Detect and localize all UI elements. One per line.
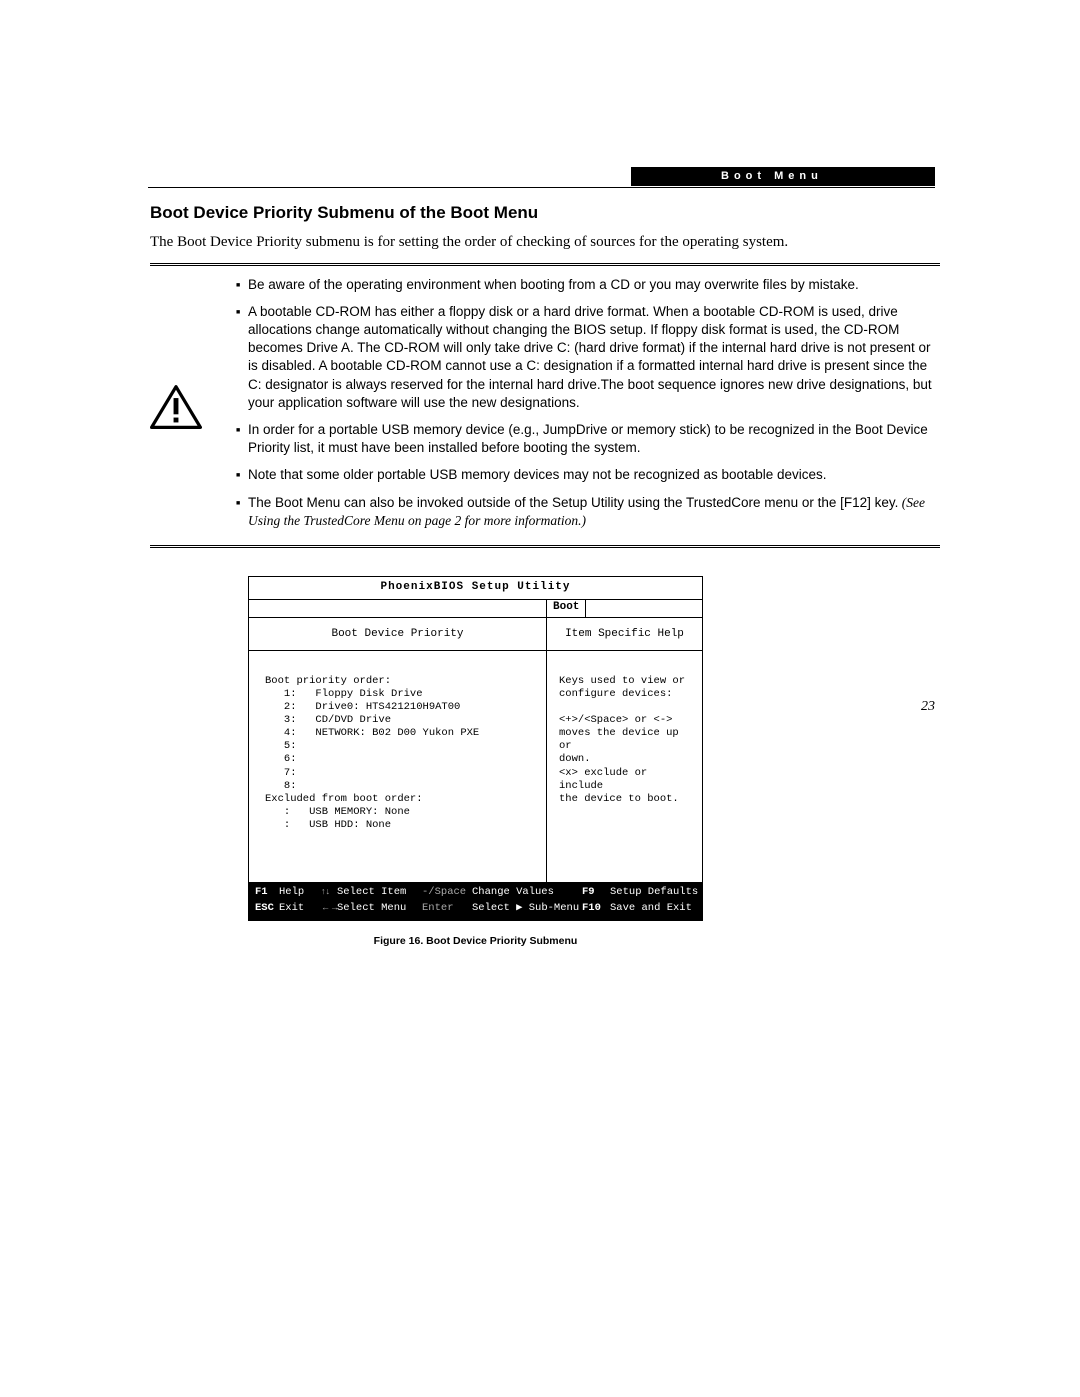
figure-caption: Figure 16. Boot Device Priority Submenu	[248, 935, 703, 947]
key-updown: ↑↓	[321, 885, 337, 900]
bios-title: PhoenixBIOS Setup Utility	[249, 577, 702, 600]
list-item: Be aware of the operating environment wh…	[236, 276, 940, 294]
lbl-submenu: Select ▶ Sub-Menu	[472, 901, 582, 916]
page: Boot Menu Boot Device Priority Submenu o…	[0, 0, 1080, 1007]
priority-label: Boot priority order:	[265, 675, 391, 687]
priority-item: 1: Floppy Disk Drive	[284, 688, 423, 700]
note-text: Note that some older portable USB memory…	[248, 467, 827, 482]
note-text: The Boot Menu can also be invoked outsid…	[248, 495, 898, 510]
excluded-item: : USB HDD: None	[284, 819, 391, 831]
priority-item: 5:	[284, 740, 297, 752]
list-item: A bootable CD-ROM has either a floppy di…	[236, 303, 940, 412]
lbl-help: Help	[279, 885, 321, 900]
priority-item: 7:	[284, 767, 297, 779]
bios-left-pane: Boot Device Priority Boot priority order…	[249, 618, 547, 882]
priority-item: 4: NETWORK: B02 D00 Yukon PXE	[284, 727, 479, 739]
key-esc: ESC	[255, 901, 279, 916]
key-f9: F9	[582, 885, 610, 900]
intro-paragraph: The Boot Device Priority submenu is for …	[150, 233, 940, 253]
bios-help-text: Keys used to view or configure devices: …	[547, 651, 702, 816]
key-enter: Enter	[422, 901, 472, 916]
bios-screenshot: PhoenixBIOS Setup Utility Boot Boot Devi…	[248, 576, 703, 946]
caution-list: Be aware of the operating environment wh…	[222, 276, 940, 540]
lbl-save: Save and Exit	[610, 901, 698, 916]
lbl-change: Change Values	[472, 885, 582, 900]
bios-footer: F1 Help ↑↓ Select Item -/Space Change Va…	[249, 882, 702, 919]
priority-item: 6:	[284, 753, 297, 765]
page-number: 23	[921, 699, 935, 715]
priority-item: 8:	[284, 780, 297, 792]
list-item: Note that some older portable USB memory…	[236, 466, 940, 484]
bios-tab-boot: Boot	[546, 600, 586, 617]
rule-4	[150, 547, 940, 548]
excluded-label: Excluded from boot order:	[265, 793, 423, 805]
excluded-item: : USB MEMORY: None	[284, 806, 410, 818]
section-heading: Boot Device Priority Submenu of the Boot…	[150, 203, 940, 223]
note-text: Be aware of the operating environment wh…	[248, 277, 859, 292]
rule-top	[148, 187, 935, 188]
key-space: -/Space	[422, 885, 472, 900]
lbl-select-menu: Select Menu	[337, 901, 422, 916]
bios-right-pane: Item Specific Help Keys used to view or …	[547, 618, 702, 882]
bios-priority-list: Boot priority order: 1: Floppy Disk Driv…	[249, 651, 546, 883]
caution-block: Be aware of the operating environment wh…	[150, 276, 940, 540]
note-text: In order for a portable USB memory devic…	[248, 422, 928, 455]
key-f10: F10	[582, 901, 610, 916]
lbl-exit: Exit	[279, 901, 321, 916]
header-tab: Boot Menu	[631, 167, 935, 186]
note-text: A bootable CD-ROM has either a floppy di…	[248, 304, 932, 410]
list-item: In order for a portable USB memory devic…	[236, 421, 940, 457]
warning-icon	[150, 276, 222, 540]
bios-window: PhoenixBIOS Setup Utility Boot Boot Devi…	[248, 576, 703, 920]
rule-3	[150, 545, 940, 546]
priority-item: 2: Drive0: HTS421210H9AT00	[284, 701, 460, 713]
bios-right-heading: Item Specific Help	[547, 618, 702, 651]
key-leftright: ←→	[321, 901, 337, 916]
rule-1	[150, 263, 940, 264]
priority-item: 3: CD/DVD Drive	[284, 714, 391, 726]
rule-2	[150, 265, 940, 266]
key-f1: F1	[255, 885, 279, 900]
bios-left-heading: Boot Device Priority	[249, 618, 546, 651]
bios-tabbar: Boot	[249, 600, 702, 618]
list-item: The Boot Menu can also be invoked outsid…	[236, 494, 940, 530]
lbl-select-item: Select Item	[337, 885, 422, 900]
lbl-defaults: Setup Defaults	[610, 885, 698, 900]
